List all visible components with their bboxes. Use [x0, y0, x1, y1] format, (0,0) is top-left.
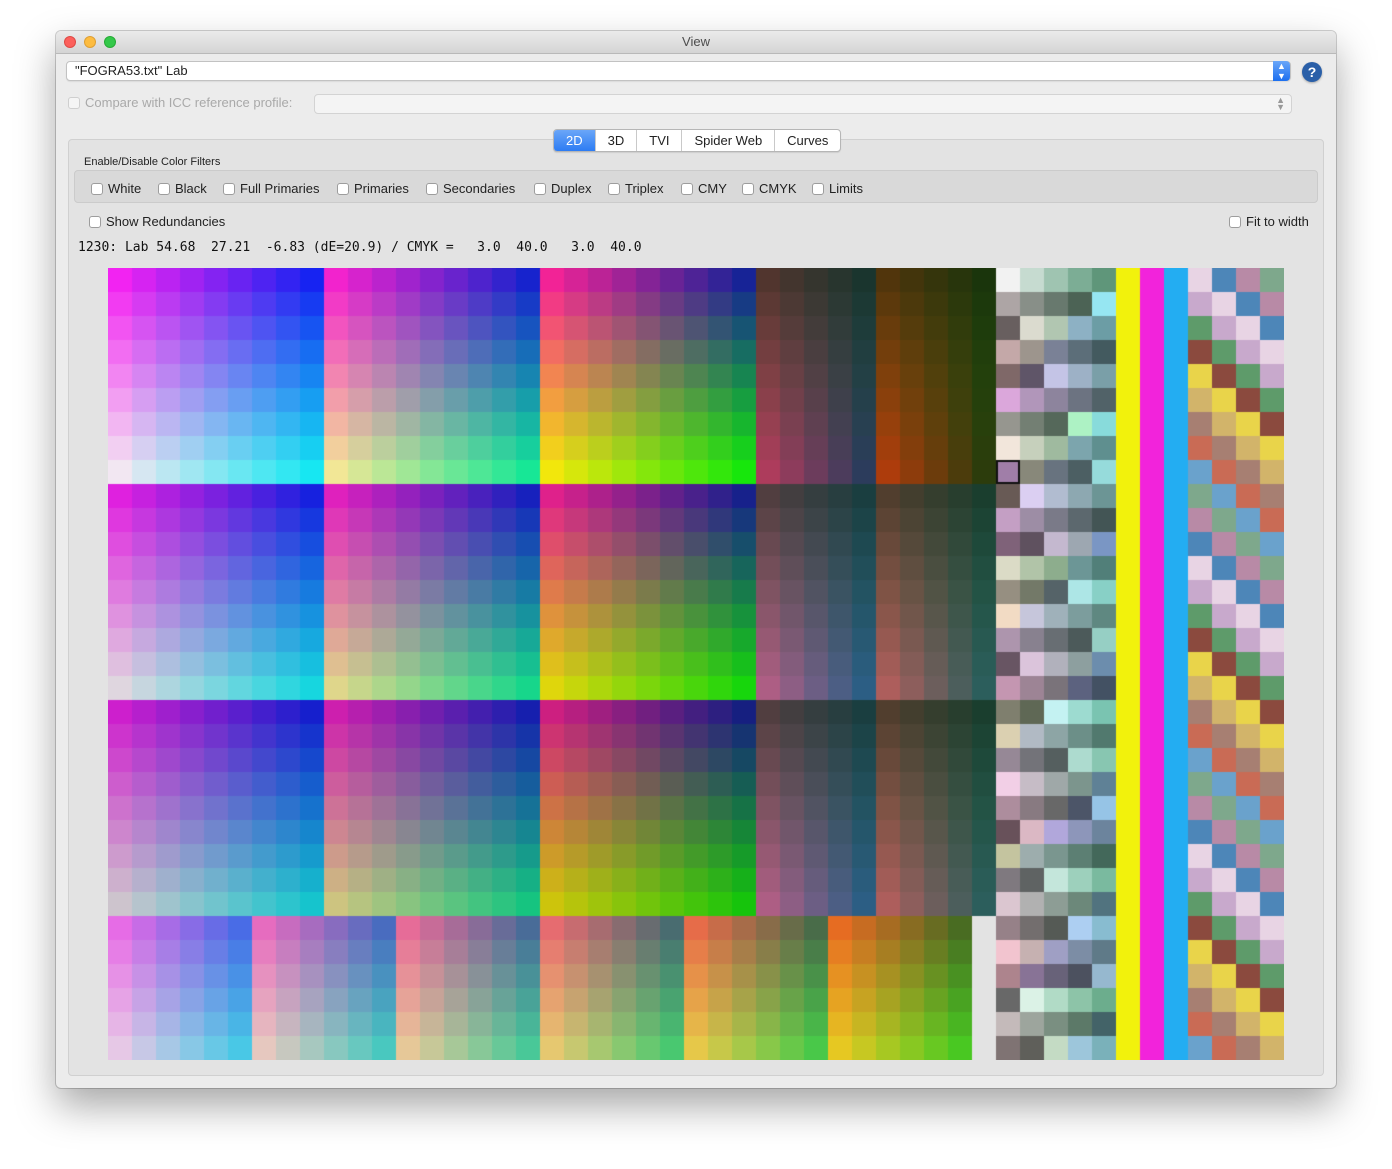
filter-limits-label: Limits: [829, 181, 863, 196]
filter-triplex-label: Triplex: [625, 181, 664, 196]
filter-secondaries-checkbox[interactable]: [426, 183, 438, 195]
filter-full-primaries-checkbox[interactable]: [223, 183, 235, 195]
filter-cmyk-label: CMYK: [759, 181, 797, 196]
help-button[interactable]: ?: [1302, 62, 1322, 82]
filter-cmy-label: CMY: [698, 181, 727, 196]
filter-primaries-checkbox[interactable]: [337, 183, 349, 195]
filter-black[interactable]: Black: [158, 181, 207, 196]
filter-black-label: Black: [175, 181, 207, 196]
fit-to-width-label: Fit to width: [1246, 214, 1309, 229]
view-window: View "FOGRA53.txt" Lab ▲ ▼ ? Compare with…: [56, 31, 1336, 1088]
filter-duplex[interactable]: Duplex: [534, 181, 591, 196]
color-filters-box: White Black Full Primaries Primaries Sec…: [74, 170, 1318, 203]
show-redundancies-checkbox[interactable]: Show Redundancies: [89, 214, 225, 229]
fit-to-width-box[interactable]: [1229, 216, 1241, 228]
filter-full-primaries-label: Full Primaries: [240, 181, 320, 196]
filter-primaries-label: Primaries: [354, 181, 409, 196]
profile-select[interactable]: "FOGRA53.txt" Lab ▲ ▼: [66, 61, 1291, 81]
zoom-window-icon[interactable]: [104, 36, 116, 48]
minimize-window-icon[interactable]: [84, 36, 96, 48]
compare-reference-checkbox[interactable]: Compare with ICC reference profile:: [68, 95, 292, 113]
reference-profile-select[interactable]: ▲ ▼: [314, 94, 1292, 114]
profile-select-value: "FOGRA53.txt" Lab: [75, 63, 188, 78]
filter-cmyk-checkbox[interactable]: [742, 183, 754, 195]
filter-white-checkbox[interactable]: [91, 183, 103, 195]
fit-to-width-checkbox[interactable]: Fit to width: [1229, 214, 1309, 229]
filter-cmyk[interactable]: CMYK: [742, 181, 797, 196]
patch-grid-area[interactable]: [108, 268, 1284, 1060]
select-arrows-icon: ▲ ▼: [1273, 61, 1290, 81]
chevron-updown-icon: ▲ ▼: [1276, 95, 1285, 112]
window-title: View: [682, 34, 710, 49]
filter-black-checkbox[interactable]: [158, 183, 170, 195]
filter-duplex-checkbox[interactable]: [534, 183, 546, 195]
filter-limits-checkbox[interactable]: [812, 183, 824, 195]
filter-triplex-checkbox[interactable]: [608, 183, 620, 195]
tab-3d[interactable]: 3D: [596, 130, 638, 151]
close-window-icon[interactable]: [64, 36, 76, 48]
title-bar: View: [56, 31, 1336, 54]
filter-full-primaries[interactable]: Full Primaries: [223, 181, 319, 196]
tab-curves[interactable]: Curves: [775, 130, 840, 151]
view-tabs: 2D 3D TVI Spider Web Curves: [553, 129, 842, 152]
filter-limits[interactable]: Limits: [812, 181, 863, 196]
tab-tvi[interactable]: TVI: [637, 130, 683, 151]
compare-checkbox-box[interactable]: [68, 97, 80, 109]
filter-secondaries-label: Secondaries: [443, 181, 516, 196]
filter-cmy[interactable]: CMY: [681, 181, 727, 196]
show-redundancies-label: Show Redundancies: [106, 214, 226, 229]
filters-title: Enable/Disable Color Filters: [84, 156, 221, 168]
filter-white-label: White: [108, 181, 142, 196]
tab-spider-web[interactable]: Spider Web: [682, 130, 776, 151]
tab-2d[interactable]: 2D: [554, 130, 596, 151]
compare-label: Compare with ICC reference profile:: [85, 95, 293, 110]
filter-duplex-label: Duplex: [551, 181, 592, 196]
filter-triplex[interactable]: Triplex: [608, 181, 664, 196]
show-redundancies-box[interactable]: [89, 216, 101, 228]
filter-secondaries[interactable]: Secondaries: [426, 181, 515, 196]
patch-readout: 1230: Lab 54.68 27.21 -6.83 (dE=20.9) / …: [78, 240, 642, 255]
filter-white[interactable]: White: [91, 181, 141, 196]
filter-cmy-checkbox[interactable]: [681, 183, 693, 195]
filter-primaries[interactable]: Primaries: [337, 181, 409, 196]
color-patch-grid[interactable]: [108, 268, 1284, 1060]
